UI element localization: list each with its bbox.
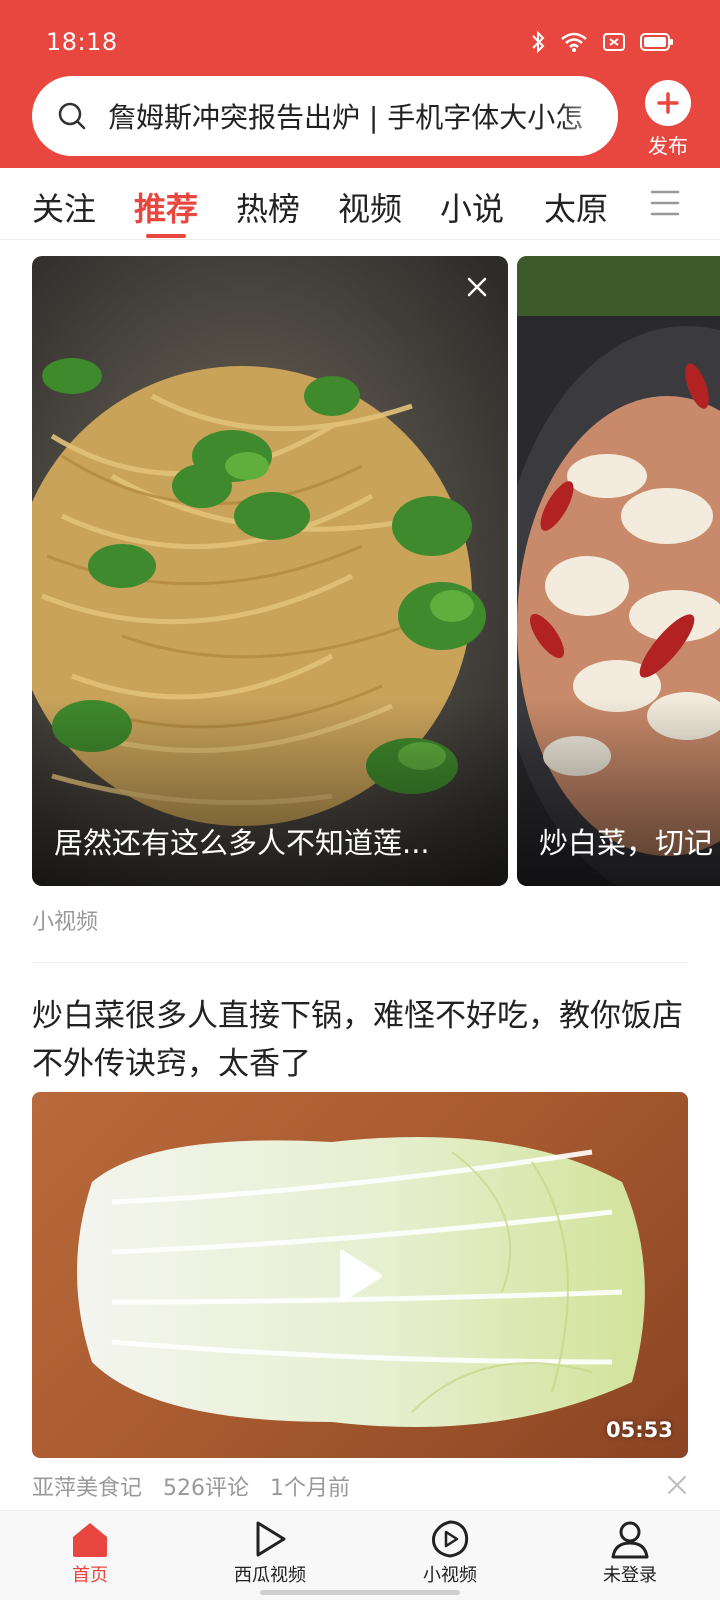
wifi-icon xyxy=(561,32,587,52)
status-bar: 18:18 xyxy=(0,0,720,80)
search-bar[interactable]: 詹姆斯冲突报告出炉 | 手机字体大小怎 xyxy=(32,76,618,156)
tab-hot-list[interactable]: 热榜 xyxy=(236,184,300,230)
header: 18:18 詹姆斯冲突报告出炉 | 手机字体大小怎 发布 xyxy=(0,0,720,168)
bottom-nav: 首页 西瓜视频 小视频 未登录 xyxy=(0,1510,720,1600)
dismiss-icon[interactable] xyxy=(666,1474,688,1496)
divider xyxy=(32,962,688,963)
tab-video[interactable]: 视频 xyxy=(338,184,402,230)
tab-follow[interactable]: 关注 xyxy=(32,184,96,230)
food-thumbnail-image xyxy=(517,256,720,886)
play-icon[interactable] xyxy=(338,1248,384,1304)
small-video-card[interactable]: 居然还有这么多人不知道莲... xyxy=(32,256,508,886)
tab-novel[interactable]: 小说 xyxy=(440,184,504,230)
nav-xigua-label: 西瓜视频 xyxy=(234,1565,306,1586)
nav-home[interactable]: 首页 xyxy=(30,1519,150,1587)
status-time: 18:18 xyxy=(46,28,118,56)
plus-icon xyxy=(645,80,691,126)
battery-icon xyxy=(640,33,673,51)
small-video-card[interactable]: 炒白菜，切记 xyxy=(517,256,720,886)
video-duration: 05:53 xyxy=(606,1418,673,1442)
search-hot-text: 詹姆斯冲突报告出炉 | 手机字体大小怎 xyxy=(108,101,584,134)
article-meta: 亚萍美食记 526评论 1个月前 xyxy=(32,1470,364,1502)
author-name[interactable]: 亚萍美食记 xyxy=(32,1476,142,1501)
bluetooth-icon xyxy=(532,30,545,54)
comment-count: 526评论 xyxy=(163,1476,250,1501)
search-icon xyxy=(58,102,86,130)
play-triangle-icon xyxy=(256,1521,286,1557)
tab-recommend[interactable]: 推荐 xyxy=(134,184,198,230)
nav-small-video[interactable]: 小视频 xyxy=(390,1519,510,1587)
app-root: 18:18 詹姆斯冲突报告出炉 | 手机字体大小怎 发布 关注 推荐 热榜 视频… xyxy=(0,0,720,1600)
food-thumbnail-image xyxy=(32,256,508,886)
active-tab-indicator xyxy=(146,234,186,238)
channel-menu-icon[interactable] xyxy=(650,188,680,218)
section-label: 小视频 xyxy=(32,910,99,935)
publish-label: 发布 xyxy=(648,134,688,158)
home-icon xyxy=(73,1523,107,1557)
status-icons xyxy=(530,30,674,54)
card-caption: 炒白菜，切记 xyxy=(539,826,714,860)
user-icon xyxy=(611,1521,649,1559)
nav-not-logged-in[interactable]: 未登录 xyxy=(570,1519,690,1587)
home-indicator xyxy=(260,1590,460,1595)
channel-tabs: 关注 推荐 热榜 视频 小说 太原 xyxy=(0,168,720,240)
nav-small-video-label: 小视频 xyxy=(423,1565,477,1586)
small-video-icon xyxy=(432,1520,469,1558)
nav-user-label: 未登录 xyxy=(603,1565,657,1586)
article-title[interactable]: 炒白菜很多人直接下锅，难怪不好吃，教你饭店不外传诀窍，太香了 xyxy=(32,992,692,1088)
sim-icon xyxy=(603,33,625,51)
card-caption: 居然还有这么多人不知道莲... xyxy=(54,826,430,860)
publish-time: 1个月前 xyxy=(270,1476,351,1501)
close-icon[interactable] xyxy=(466,276,488,298)
publish-button[interactable]: 发布 xyxy=(638,80,698,159)
tab-taiyuan[interactable]: 太原 xyxy=(544,184,608,230)
nav-xigua-video[interactable]: 西瓜视频 xyxy=(210,1519,330,1587)
nav-home-label: 首页 xyxy=(72,1565,108,1586)
